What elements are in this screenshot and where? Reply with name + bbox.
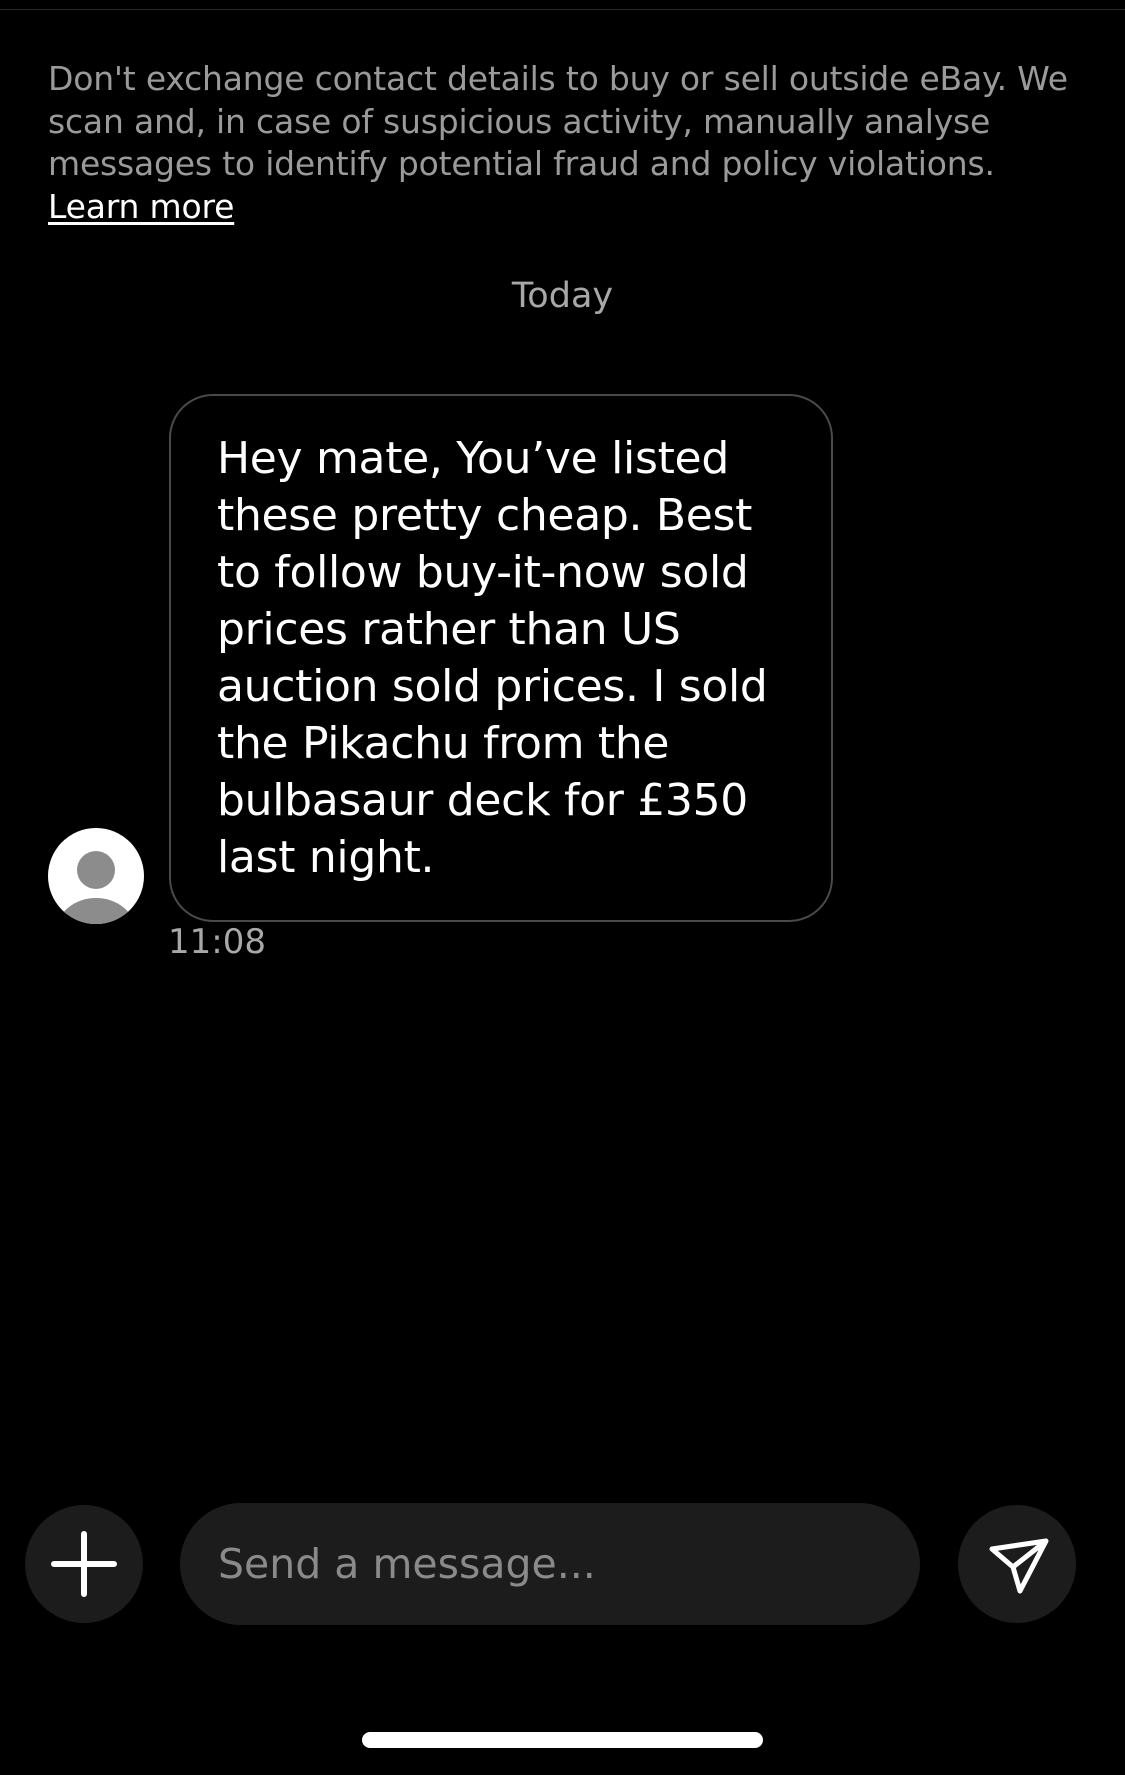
top-divider — [0, 9, 1125, 10]
send-icon — [989, 1538, 1049, 1594]
sender-avatar[interactable] — [48, 828, 144, 924]
learn-more-link[interactable]: Learn more — [48, 187, 234, 226]
plus-icon — [51, 1531, 117, 1597]
message-bubble[interactable]: Hey mate, You’ve listed these pretty che… — [169, 394, 833, 922]
safety-notice-text: Don't exchange contact details to buy or… — [48, 59, 1068, 183]
home-indicator — [362, 1732, 763, 1748]
message-timestamp: 11:08 — [168, 922, 266, 962]
send-button[interactable] — [958, 1505, 1076, 1623]
person-icon — [57, 851, 135, 924]
date-separator: Today — [511, 276, 614, 316]
add-attachment-button[interactable] — [25, 1505, 143, 1623]
message-input[interactable] — [180, 1503, 920, 1625]
message-text: Hey mate, You’ve listed these pretty che… — [217, 433, 768, 883]
safety-notice: Don't exchange contact details to buy or… — [48, 58, 1088, 228]
